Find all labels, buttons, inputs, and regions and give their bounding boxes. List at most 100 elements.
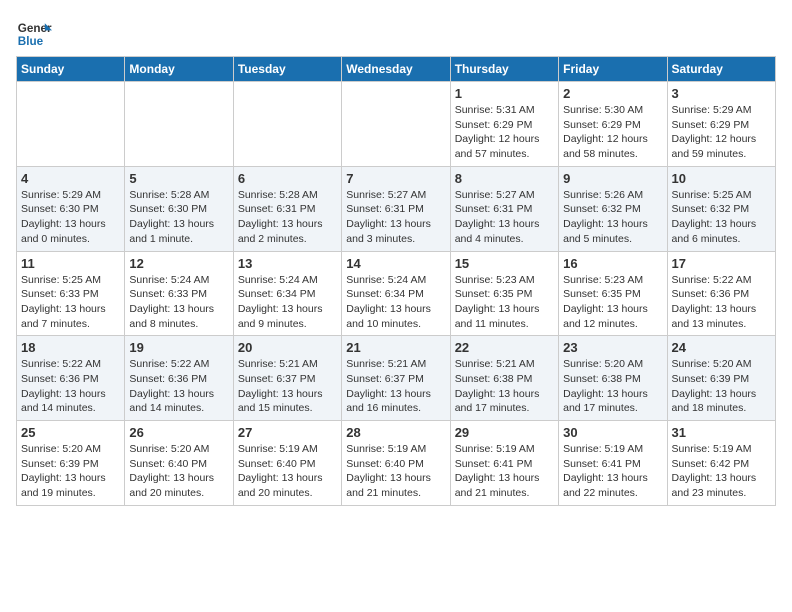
day-cell (125, 82, 233, 167)
day-info: Sunrise: 5:29 AM Sunset: 6:29 PM Dayligh… (672, 103, 771, 162)
day-info: Sunrise: 5:19 AM Sunset: 6:41 PM Dayligh… (563, 442, 662, 501)
weekday-header-thursday: Thursday (450, 57, 558, 82)
day-info: Sunrise: 5:20 AM Sunset: 6:39 PM Dayligh… (21, 442, 120, 501)
day-cell: 6 Sunrise: 5:28 AM Sunset: 6:31 PM Daylig… (233, 166, 341, 251)
day-info: Sunrise: 5:31 AM Sunset: 6:29 PM Dayligh… (455, 103, 554, 162)
weekday-header-monday: Monday (125, 57, 233, 82)
weekday-header-saturday: Saturday (667, 57, 775, 82)
weekday-header-tuesday: Tuesday (233, 57, 341, 82)
day-cell: 2 Sunrise: 5:30 AM Sunset: 6:29 PM Daylig… (559, 82, 667, 167)
day-cell: 21Sunrise: 5:21 AM Sunset: 6:37 PM Dayli… (342, 336, 450, 421)
day-cell (17, 82, 125, 167)
day-cell: 9Sunrise: 5:26 AM Sunset: 6:32 PM Daylig… (559, 166, 667, 251)
day-cell: 14 Sunrise: 5:24 AM Sunset: 6:34 PM Dayli… (342, 251, 450, 336)
day-info: Sunrise: 5:24 AM Sunset: 6:33 PM Dayligh… (129, 273, 228, 332)
day-number: 30 (563, 425, 662, 440)
day-cell: 29 Sunrise: 5:19 AM Sunset: 6:41 PM Dayli… (450, 421, 558, 506)
weekday-header-sunday: Sunday (17, 57, 125, 82)
day-number: 13 (238, 256, 337, 271)
day-number: 5 (129, 171, 228, 186)
day-number: 1 (455, 86, 554, 101)
calendar-table: SundayMondayTuesdayWednesdayThursdayFrid… (16, 56, 776, 506)
day-info: Sunrise: 5:23 AM Sunset: 6:35 PM Dayligh… (455, 273, 554, 332)
day-number: 26 (129, 425, 228, 440)
day-info: Sunrise: 5:20 AM Sunset: 6:40 PM Dayligh… (129, 442, 228, 501)
day-number: 11 (21, 256, 120, 271)
day-number: 7 (346, 171, 445, 186)
day-cell: 25Sunrise: 5:20 AM Sunset: 6:39 PM Dayli… (17, 421, 125, 506)
day-info: Sunrise: 5:22 AM Sunset: 6:36 PM Dayligh… (21, 357, 120, 416)
day-info: Sunrise: 5:27 AM Sunset: 6:31 PM Dayligh… (346, 188, 445, 247)
day-number: 2 (563, 86, 662, 101)
day-cell: 24Sunrise: 5:20 AM Sunset: 6:39 PM Dayli… (667, 336, 775, 421)
day-number: 16 (563, 256, 662, 271)
day-info: Sunrise: 5:22 AM Sunset: 6:36 PM Dayligh… (672, 273, 771, 332)
weekday-header-wednesday: Wednesday (342, 57, 450, 82)
logo: General Blue (16, 16, 52, 52)
week-row-2: 4Sunrise: 5:29 AM Sunset: 6:30 PM Daylig… (17, 166, 776, 251)
day-cell: 18Sunrise: 5:22 AM Sunset: 6:36 PM Dayli… (17, 336, 125, 421)
day-cell: 23Sunrise: 5:20 AM Sunset: 6:38 PM Dayli… (559, 336, 667, 421)
week-row-5: 25Sunrise: 5:20 AM Sunset: 6:39 PM Dayli… (17, 421, 776, 506)
page-header: General Blue (16, 16, 776, 52)
day-number: 28 (346, 425, 445, 440)
day-info: Sunrise: 5:19 AM Sunset: 6:41 PM Dayligh… (455, 442, 554, 501)
day-number: 29 (455, 425, 554, 440)
day-info: Sunrise: 5:24 AM Sunset: 6:34 PM Dayligh… (346, 273, 445, 332)
day-number: 14 (346, 256, 445, 271)
day-cell: 8 Sunrise: 5:27 AM Sunset: 6:31 PM Daylig… (450, 166, 558, 251)
day-info: Sunrise: 5:27 AM Sunset: 6:31 PM Dayligh… (455, 188, 554, 247)
day-cell: 22Sunrise: 5:21 AM Sunset: 6:38 PM Dayli… (450, 336, 558, 421)
day-cell: 1 Sunrise: 5:31 AM Sunset: 6:29 PM Daylig… (450, 82, 558, 167)
day-info: Sunrise: 5:21 AM Sunset: 6:37 PM Dayligh… (346, 357, 445, 416)
day-cell: 19 Sunrise: 5:22 AM Sunset: 6:36 PM Dayli… (125, 336, 233, 421)
day-cell: 3 Sunrise: 5:29 AM Sunset: 6:29 PM Daylig… (667, 82, 775, 167)
day-number: 4 (21, 171, 120, 186)
day-cell: 28 Sunrise: 5:19 AM Sunset: 6:40 PM Dayli… (342, 421, 450, 506)
day-number: 31 (672, 425, 771, 440)
day-info: Sunrise: 5:19 AM Sunset: 6:40 PM Dayligh… (238, 442, 337, 501)
day-info: Sunrise: 5:21 AM Sunset: 6:37 PM Dayligh… (238, 357, 337, 416)
day-cell: 13 Sunrise: 5:24 AM Sunset: 6:34 PM Dayli… (233, 251, 341, 336)
day-cell: 11 Sunrise: 5:25 AM Sunset: 6:33 PM Dayli… (17, 251, 125, 336)
day-info: Sunrise: 5:19 AM Sunset: 6:42 PM Dayligh… (672, 442, 771, 501)
weekday-header-row: SundayMondayTuesdayWednesdayThursdayFrid… (17, 57, 776, 82)
day-number: 20 (238, 340, 337, 355)
day-cell: 4Sunrise: 5:29 AM Sunset: 6:30 PM Daylig… (17, 166, 125, 251)
day-info: Sunrise: 5:19 AM Sunset: 6:40 PM Dayligh… (346, 442, 445, 501)
day-info: Sunrise: 5:23 AM Sunset: 6:35 PM Dayligh… (563, 273, 662, 332)
day-info: Sunrise: 5:30 AM Sunset: 6:29 PM Dayligh… (563, 103, 662, 162)
day-number: 9 (563, 171, 662, 186)
day-number: 3 (672, 86, 771, 101)
day-cell: 30 Sunrise: 5:19 AM Sunset: 6:41 PM Dayli… (559, 421, 667, 506)
day-number: 8 (455, 171, 554, 186)
day-cell: 20 Sunrise: 5:21 AM Sunset: 6:37 PM Dayli… (233, 336, 341, 421)
day-cell: 10 Sunrise: 5:25 AM Sunset: 6:32 PM Dayli… (667, 166, 775, 251)
day-cell: 26 Sunrise: 5:20 AM Sunset: 6:40 PM Dayli… (125, 421, 233, 506)
day-number: 27 (238, 425, 337, 440)
week-row-1: 1 Sunrise: 5:31 AM Sunset: 6:29 PM Daylig… (17, 82, 776, 167)
day-info: Sunrise: 5:25 AM Sunset: 6:33 PM Dayligh… (21, 273, 120, 332)
svg-text:Blue: Blue (18, 35, 44, 48)
day-cell: 12 Sunrise: 5:24 AM Sunset: 6:33 PM Dayli… (125, 251, 233, 336)
day-number: 6 (238, 171, 337, 186)
day-info: Sunrise: 5:20 AM Sunset: 6:38 PM Dayligh… (563, 357, 662, 416)
day-cell: 31 Sunrise: 5:19 AM Sunset: 6:42 PM Dayli… (667, 421, 775, 506)
day-number: 10 (672, 171, 771, 186)
day-cell (342, 82, 450, 167)
logo-icon: General Blue (16, 16, 52, 52)
day-info: Sunrise: 5:28 AM Sunset: 6:31 PM Dayligh… (238, 188, 337, 247)
day-cell: 15 Sunrise: 5:23 AM Sunset: 6:35 PM Dayli… (450, 251, 558, 336)
day-info: Sunrise: 5:24 AM Sunset: 6:34 PM Dayligh… (238, 273, 337, 332)
day-info: Sunrise: 5:25 AM Sunset: 6:32 PM Dayligh… (672, 188, 771, 247)
day-info: Sunrise: 5:22 AM Sunset: 6:36 PM Dayligh… (129, 357, 228, 416)
day-info: Sunrise: 5:21 AM Sunset: 6:38 PM Dayligh… (455, 357, 554, 416)
day-number: 19 (129, 340, 228, 355)
day-info: Sunrise: 5:28 AM Sunset: 6:30 PM Dayligh… (129, 188, 228, 247)
day-number: 12 (129, 256, 228, 271)
day-number: 15 (455, 256, 554, 271)
day-number: 24 (672, 340, 771, 355)
day-number: 17 (672, 256, 771, 271)
day-cell: 7 Sunrise: 5:27 AM Sunset: 6:31 PM Daylig… (342, 166, 450, 251)
day-cell: 17 Sunrise: 5:22 AM Sunset: 6:36 PM Dayli… (667, 251, 775, 336)
